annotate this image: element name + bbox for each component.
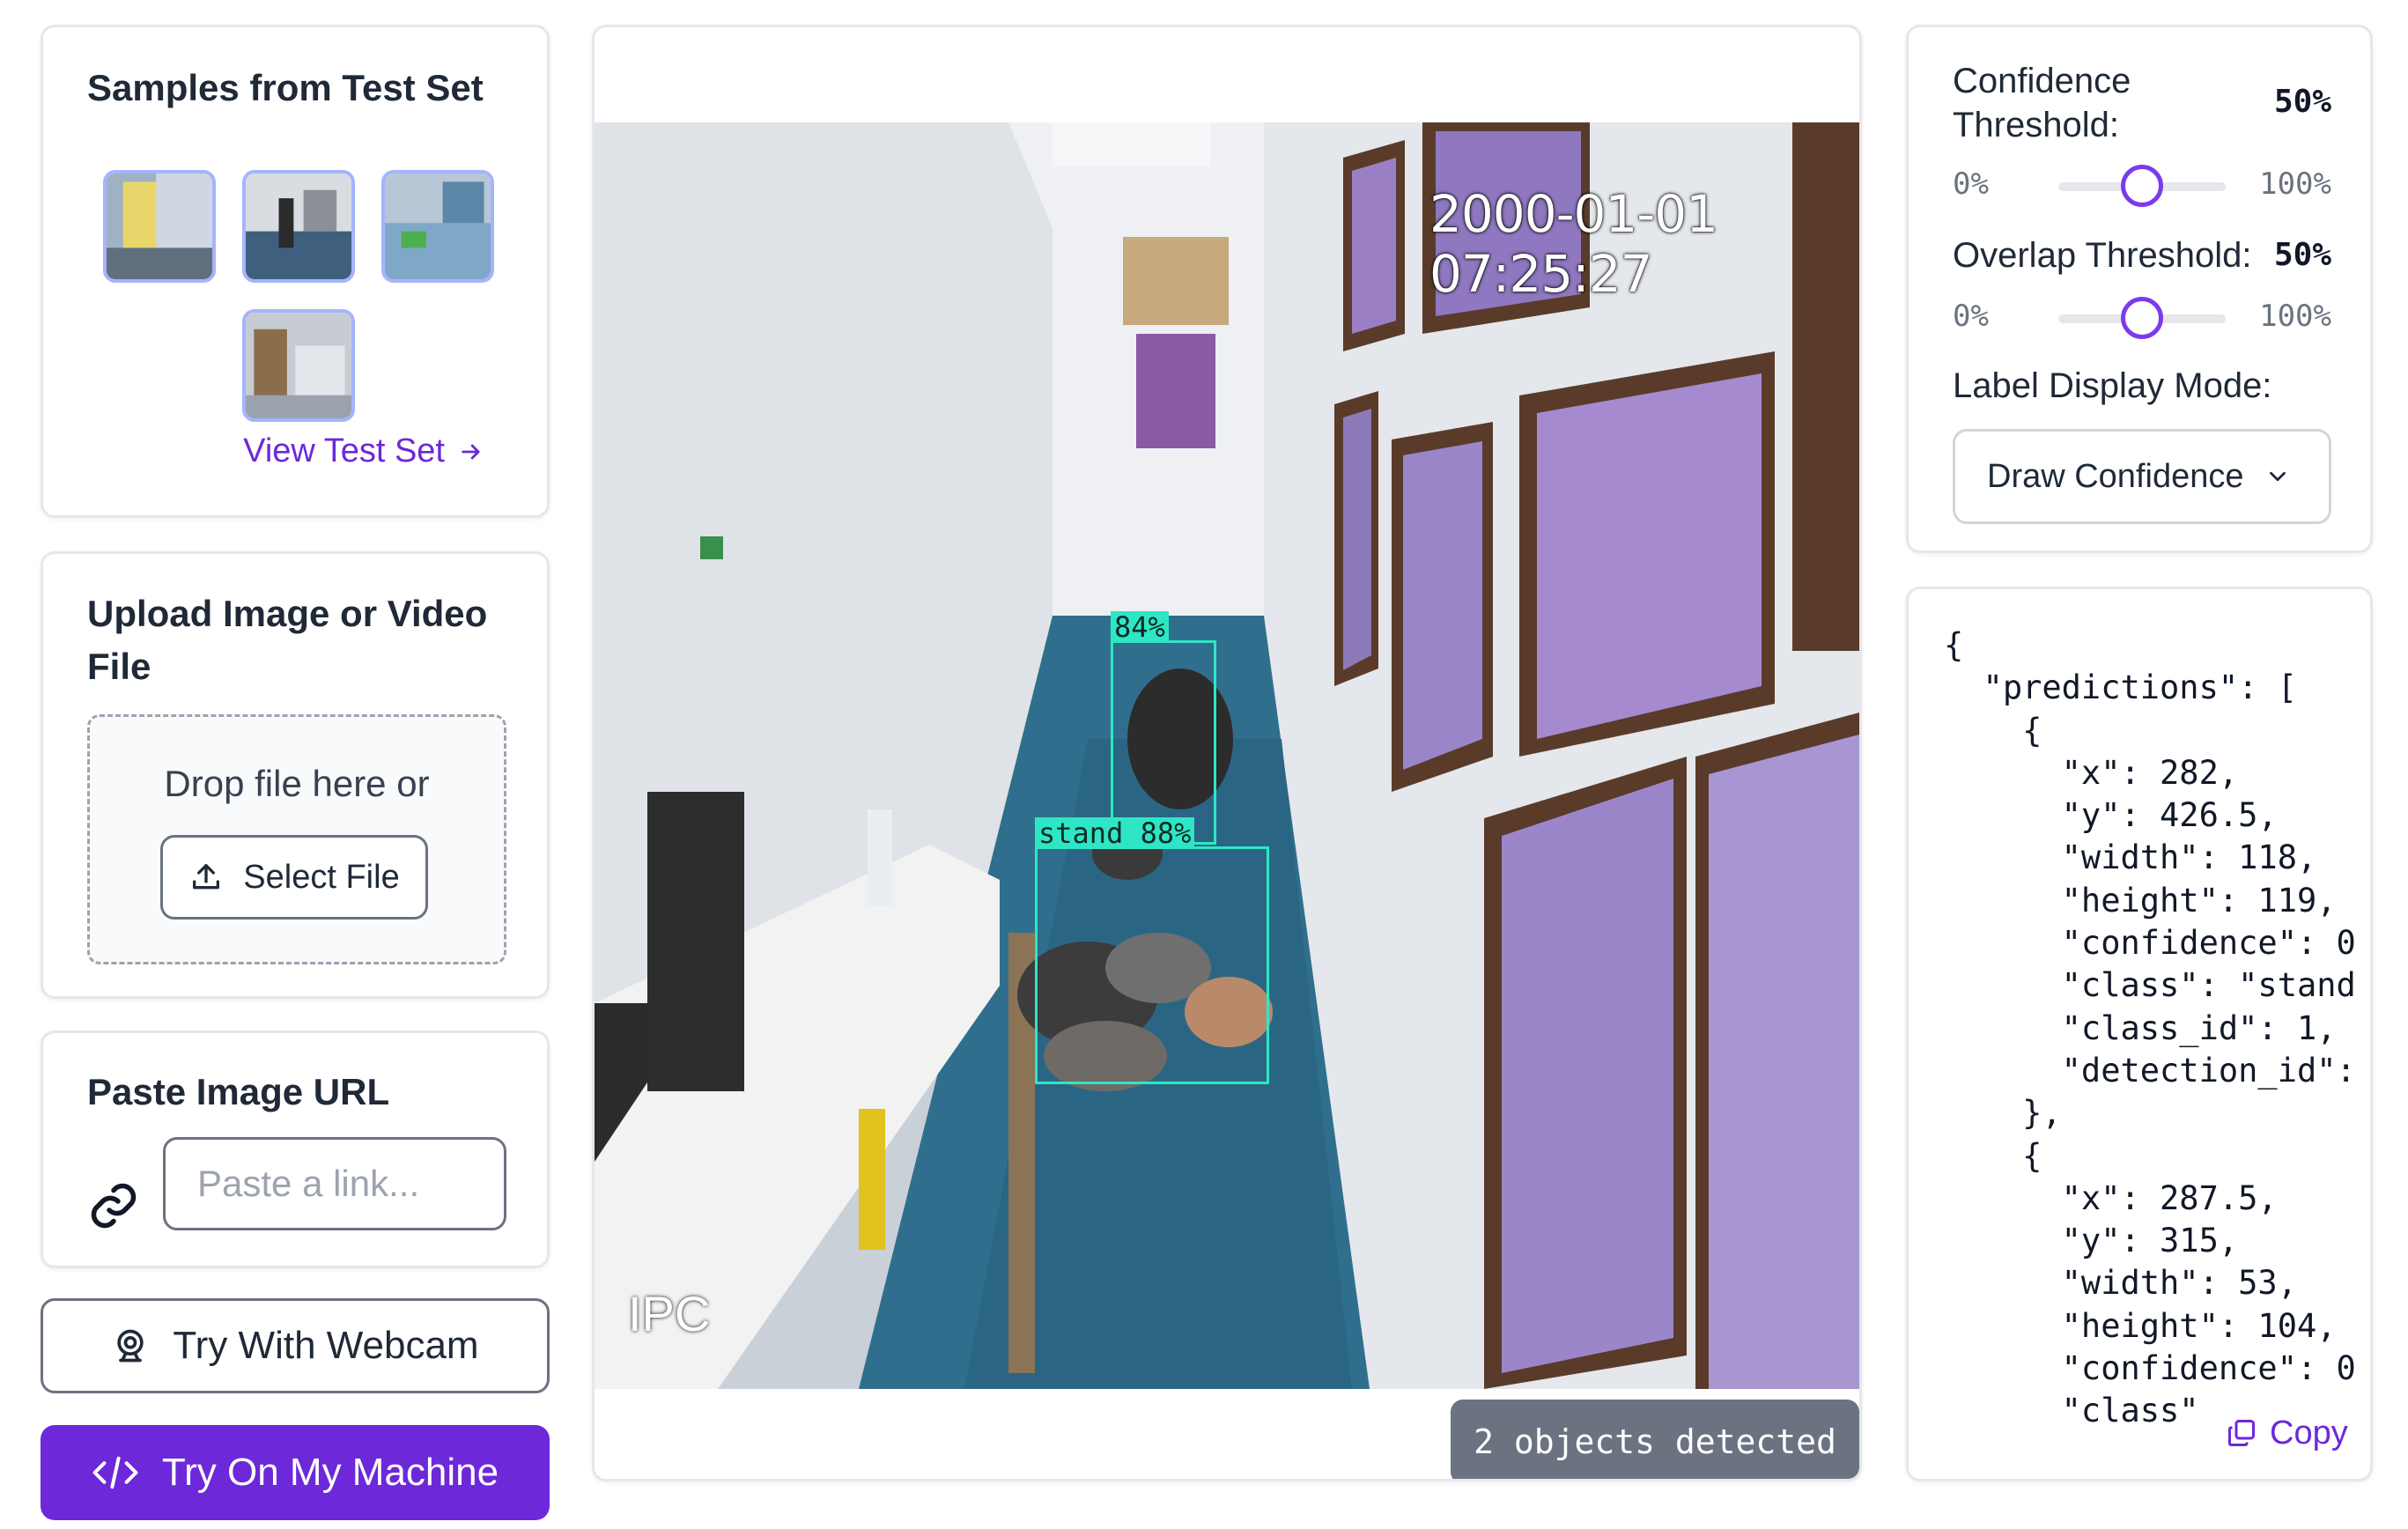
confidence-slider-row: 0% 100% <box>1953 159 2331 212</box>
sample-thumbnail-4[interactable] <box>242 309 355 422</box>
corridor-scene <box>595 122 1859 1389</box>
upload-title: Upload Image or Video File <box>87 593 488 687</box>
settings-card: Confidence Threshold: 50% 0% 100% Overla… <box>1906 25 2373 553</box>
copy-label: Copy <box>2270 1414 2348 1451</box>
url-card: Paste Image URL <box>41 1030 550 1268</box>
overlap-slider-row: 0% 100% <box>1953 292 2331 344</box>
try-on-machine-label: Try On My Machine <box>161 1451 499 1494</box>
chevron-down-icon <box>2270 471 2286 482</box>
upload-icon <box>193 864 220 890</box>
file-dropzone[interactable]: Drop file here or Select File <box>87 714 506 964</box>
samples-card: Samples from Test Set View Test Set <box>41 25 550 518</box>
overlap-max-label: 100% <box>2259 299 2331 334</box>
sample-thumbnail-3[interactable] <box>381 170 494 283</box>
inference-image: 2000-01-01 07:25:27 IPC 84% stand 88% <box>595 122 1859 1389</box>
sample-thumbnail-2[interactable] <box>242 170 355 283</box>
copy-icon <box>2228 1420 2255 1446</box>
camera-timestamp: 2000-01-01 07:25:27 <box>1429 184 1718 304</box>
confidence-max-label: 100% <box>2259 166 2331 202</box>
view-test-set-label: View Test Set <box>243 432 445 469</box>
confidence-value: 50% <box>2273 84 2331 120</box>
overlap-label: Overlap Threshold: <box>1953 236 2252 275</box>
try-webcam-button[interactable]: Try With Webcam <box>41 1298 550 1393</box>
sample-image-1 <box>107 174 212 279</box>
upload-card: Upload Image or Video File Drop file her… <box>41 551 550 999</box>
detection-box-2[interactable]: stand 88% <box>1035 817 1269 1084</box>
overlap-min-label: 0% <box>1953 299 1989 334</box>
copy-button[interactable]: Copy <box>2208 1400 2367 1466</box>
select-file-label: Select File <box>243 858 400 896</box>
confidence-slider[interactable] <box>2058 165 2226 207</box>
code-icon <box>92 1456 138 1489</box>
overlap-value: 50% <box>2273 237 2331 273</box>
json-output-text: { "predictions": [ { "x": 282, "y": 426.… <box>1944 626 2356 1430</box>
drop-text: Drop file here or <box>164 763 430 804</box>
webcam-icon <box>117 1329 144 1363</box>
label-mode-label: Label Display Mode: <box>1953 366 2272 405</box>
sample-image-2 <box>246 174 351 279</box>
inference-viewer: 2000-01-01 07:25:27 IPC 84% stand 88% 2 … <box>592 25 1862 1481</box>
detection-label-2: stand 88% <box>1035 817 1195 849</box>
url-title: Paste Image URL <box>87 1071 390 1112</box>
label-mode-value: Draw Confidence <box>1987 457 2244 495</box>
image-url-input[interactable] <box>163 1137 506 1230</box>
detection-count-badge: 2 objects detected <box>1451 1400 1859 1479</box>
sample-thumbnail-1[interactable] <box>103 170 216 283</box>
json-output-card: { "predictions": [ { "x": 282, "y": 426.… <box>1906 587 2373 1481</box>
try-on-machine-button[interactable]: Try On My Machine <box>41 1425 550 1520</box>
confidence-min-label: 0% <box>1953 166 1989 202</box>
overlap-slider[interactable] <box>2058 297 2226 339</box>
link-icon <box>91 1183 137 1229</box>
confidence-label: Confidence Threshold: <box>1953 62 2131 144</box>
detection-label-1: 84% <box>1111 611 1169 643</box>
camera-tag: IPC <box>628 1286 711 1341</box>
arrow-right-icon <box>462 444 480 459</box>
samples-title: Samples from Test Set <box>87 67 484 108</box>
confidence-slider-knob[interactable] <box>2121 165 2163 207</box>
label-mode-select[interactable]: Draw Confidence <box>1953 429 2331 524</box>
sample-image-3 <box>385 174 491 279</box>
view-test-set-link[interactable]: View Test Set <box>243 432 484 470</box>
overlap-slider-knob[interactable] <box>2121 297 2163 339</box>
sample-image-4 <box>246 313 351 418</box>
try-webcam-label: Try With Webcam <box>173 1324 479 1367</box>
detection-box-1[interactable]: 84% <box>1111 611 1216 845</box>
select-file-button[interactable]: Select File <box>160 835 428 920</box>
